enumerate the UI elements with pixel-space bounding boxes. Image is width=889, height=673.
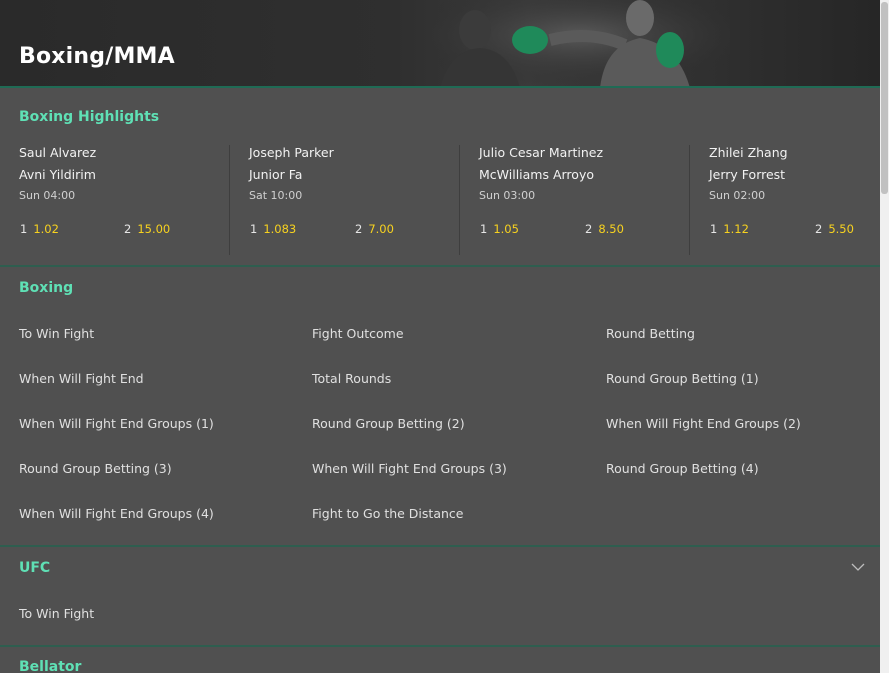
market-link[interactable]: When Will Fight End — [19, 371, 144, 386]
event-time: Sun 04:00 — [19, 189, 76, 202]
highlight-event[interactable]: Julio Cesar Martinez McWilliams Arroyo S… — [459, 145, 689, 255]
section-divider — [0, 645, 880, 647]
odd-label: 2 — [815, 222, 823, 236]
odd-label: 2 — [585, 222, 593, 236]
market-link[interactable]: To Win Fight — [19, 326, 94, 341]
market-link[interactable]: Round Group Betting (1) — [606, 371, 759, 386]
highlights-title: Boxing Highlights — [19, 109, 160, 125]
odd-button-2[interactable]: 2 5.50 — [815, 222, 854, 236]
fighter-1-name: Zhilei Zhang — [709, 145, 788, 160]
odd-label: 1 — [710, 222, 718, 236]
market-link[interactable]: Round Group Betting (4) — [606, 461, 759, 476]
odd-button-2[interactable]: 2 8.50 — [585, 222, 624, 236]
highlight-event[interactable]: Zhilei Zhang Jerry Forrest Sun 02:00 1 1.… — [689, 145, 880, 255]
section-divider — [0, 545, 880, 547]
market-link[interactable]: Total Rounds — [312, 371, 391, 386]
odd-value: 1.083 — [263, 222, 297, 236]
odd-value: 8.50 — [598, 222, 624, 236]
odd-value: 15.00 — [137, 222, 171, 236]
market-link[interactable]: Round Group Betting (3) — [19, 461, 172, 476]
market-link[interactable]: Fight Outcome — [312, 326, 404, 341]
odd-button-2[interactable]: 2 7.00 — [355, 222, 394, 236]
odd-button-1[interactable]: 1 1.083 — [250, 222, 296, 236]
market-link[interactable]: Round Betting — [606, 326, 695, 341]
odd-button-2[interactable]: 2 15.00 — [124, 222, 170, 236]
fighter-1-name: Joseph Parker — [249, 145, 334, 160]
page-title: Boxing/MMA — [19, 44, 175, 69]
event-time: Sat 10:00 — [249, 189, 303, 202]
odd-label: 1 — [20, 222, 28, 236]
market-link[interactable]: Round Group Betting (2) — [312, 416, 465, 431]
hero-banner: Boxing/MMA — [0, 0, 880, 88]
fighter-1-name: Julio Cesar Martinez — [479, 145, 604, 160]
odd-button-1[interactable]: 1 1.02 — [20, 222, 59, 236]
chevron-down-icon[interactable] — [851, 562, 865, 572]
fighter-2-name: Junior Fa — [249, 167, 303, 182]
odd-value: 5.50 — [828, 222, 854, 236]
market-link[interactable]: When Will Fight End Groups (2) — [606, 416, 801, 431]
odd-label: 2 — [124, 222, 132, 236]
market-link[interactable]: When Will Fight End Groups (4) — [19, 506, 214, 521]
market-link[interactable]: To Win Fight — [19, 606, 94, 621]
odd-value: 1.12 — [723, 222, 749, 236]
odd-label: 2 — [355, 222, 363, 236]
scrollbar[interactable] — [880, 0, 889, 673]
ufc-section-title[interactable]: UFC — [19, 560, 50, 576]
market-link[interactable]: When Will Fight End Groups (1) — [19, 416, 214, 431]
fighter-1-name: Saul Alvarez — [19, 145, 97, 160]
highlight-event[interactable]: Saul Alvarez Avni Yildirim Sun 04:00 1 1.… — [0, 145, 230, 255]
odd-button-1[interactable]: 1 1.12 — [710, 222, 749, 236]
event-time: Sun 03:00 — [479, 189, 536, 202]
scrollbar-thumb[interactable] — [881, 2, 888, 194]
boxers-image — [430, 0, 730, 86]
boxing-section-title: Boxing — [19, 280, 74, 296]
bellator-section-title[interactable]: Bellator — [19, 659, 81, 673]
odd-label: 1 — [250, 222, 258, 236]
fighter-2-name: Avni Yildirim — [19, 167, 96, 182]
fighter-2-name: McWilliams Arroyo — [479, 167, 594, 182]
odd-value: 1.02 — [33, 222, 59, 236]
highlight-event[interactable]: Joseph Parker Junior Fa Sat 10:00 1 1.083… — [229, 145, 459, 255]
odd-label: 1 — [480, 222, 488, 236]
odd-value: 1.05 — [493, 222, 519, 236]
market-link[interactable]: When Will Fight End Groups (3) — [312, 461, 507, 476]
fighter-2-name: Jerry Forrest — [709, 167, 786, 182]
section-divider — [0, 265, 880, 267]
odd-button-1[interactable]: 1 1.05 — [480, 222, 519, 236]
event-time: Sun 02:00 — [709, 189, 766, 202]
odd-value: 7.00 — [368, 222, 394, 236]
market-link[interactable]: Fight to Go the Distance — [312, 506, 463, 521]
